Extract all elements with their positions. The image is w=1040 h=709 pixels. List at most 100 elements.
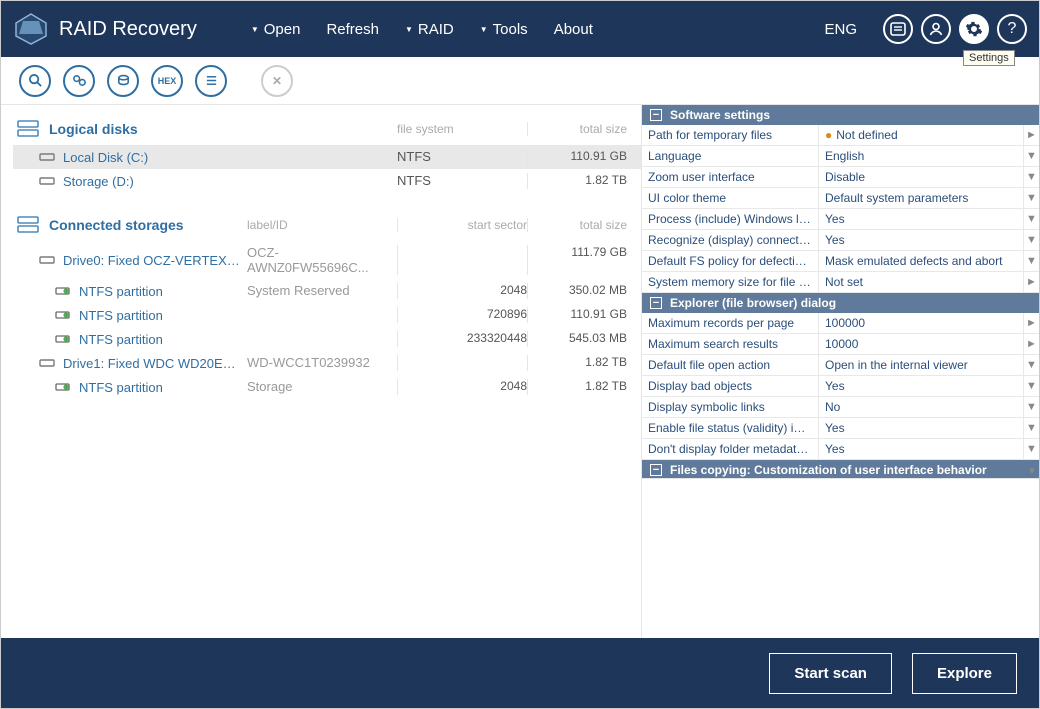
collapse-icon: − — [650, 464, 662, 476]
setting-row[interactable]: Enable file status (validity) indicati..… — [642, 418, 1039, 439]
setting-key: Display symbolic links — [642, 397, 818, 417]
footer-bar: Start scan Explore — [1, 638, 1039, 708]
partition-icon — [55, 379, 71, 395]
user-icon[interactable] — [921, 14, 951, 44]
setting-value[interactable]: Disable — [818, 167, 1023, 187]
setting-value[interactable]: Yes — [818, 439, 1023, 459]
toolbar: HEX ✕ — [1, 57, 1039, 105]
drive-icon — [39, 252, 55, 268]
setting-row[interactable]: Maximum records per page100000► — [642, 313, 1039, 334]
setting-key: Recognize (display) connected me... — [642, 230, 818, 250]
collapse-icon: − — [650, 297, 662, 309]
settings-scroll[interactable]: −Software settingsPath for temporary fil… — [642, 105, 1039, 478]
setting-row[interactable]: Don't display folder metadata sizeYes▼ — [642, 439, 1039, 460]
list-view-icon[interactable] — [195, 65, 227, 97]
expand-indicator-icon: ► — [1023, 334, 1039, 354]
setting-row[interactable]: Display symbolic linksNo▼ — [642, 397, 1039, 418]
setting-row[interactable]: LanguageEnglish▼ — [642, 146, 1039, 167]
disk-icon — [39, 173, 55, 189]
expand-indicator-icon: ▼ — [1023, 167, 1039, 187]
raid-builder-icon[interactable] — [107, 65, 139, 97]
app-header: RAID Recovery ▼Open Refresh ▼RAID ▼Tools… — [1, 1, 1039, 57]
settings-section-header[interactable]: −Files copying: Customization of user in… — [642, 460, 1039, 478]
partition-icon — [55, 307, 71, 323]
chevron-down-icon: ▼ — [405, 25, 413, 34]
setting-value[interactable]: 100000 — [818, 313, 1023, 333]
settings-section-header[interactable]: −Software settings — [642, 105, 1039, 125]
setting-value[interactable]: English — [818, 146, 1023, 166]
setting-value[interactable]: Yes — [818, 230, 1023, 250]
scroll-down-icon[interactable]: ▼ — [1025, 464, 1039, 478]
setting-value[interactable]: Open in the internal viewer — [818, 355, 1023, 375]
explore-button[interactable]: Explore — [912, 653, 1017, 694]
setting-key: Default FS policy for defective blo... — [642, 251, 818, 271]
expand-indicator-icon: ▼ — [1023, 188, 1039, 208]
expand-indicator-icon: ► — [1023, 272, 1039, 292]
setting-row[interactable]: UI color themeDefault system parameters▼ — [642, 188, 1039, 209]
setting-key: Maximum records per page — [642, 313, 818, 333]
setting-row[interactable]: Display bad objectsYes▼ — [642, 376, 1039, 397]
setting-row[interactable]: Zoom user interfaceDisable▼ — [642, 167, 1039, 188]
disk-stack-icon — [17, 119, 41, 139]
drive-row[interactable]: Drive0: Fixed OCZ-VERTEX3 (ATA)OCZ-AWNZ0… — [13, 241, 641, 279]
setting-value[interactable]: Not set — [818, 272, 1023, 292]
menu-about[interactable]: About — [544, 15, 603, 44]
setting-row[interactable]: Process (include) Windows logical ...Yes… — [642, 209, 1039, 230]
menu-raid[interactable]: ▼RAID — [395, 15, 464, 44]
menu-refresh[interactable]: Refresh — [316, 15, 389, 44]
logical-disks-header: Logical disks file system total size — [13, 113, 641, 145]
close-icon: ✕ — [261, 65, 293, 97]
expand-indicator-icon: ▼ — [1023, 146, 1039, 166]
start-scan-button[interactable]: Start scan — [769, 653, 892, 694]
setting-value[interactable]: Default system parameters — [818, 188, 1023, 208]
setting-value[interactable]: Yes — [818, 209, 1023, 229]
setting-key: Display bad objects — [642, 376, 818, 396]
partition-row[interactable]: NTFS partitionStorage20481.82 TB — [13, 375, 641, 399]
logical-disk-row[interactable]: Storage (D:)NTFS1.82 TB — [13, 169, 641, 193]
drive-icon — [39, 355, 55, 371]
setting-key: Default file open action — [642, 355, 818, 375]
expand-indicator-icon: ▼ — [1023, 230, 1039, 250]
setting-value[interactable]: Mask emulated defects and abort — [818, 251, 1023, 271]
drive-row[interactable]: Drive1: Fixed WDC WD20EZRX-00DC0...WD-WC… — [13, 351, 641, 375]
language-selector[interactable]: ENG — [824, 21, 857, 38]
setting-row[interactable]: Recognize (display) connected me...Yes▼ — [642, 230, 1039, 251]
log-viewer-icon[interactable] — [883, 14, 913, 44]
setting-value[interactable]: No — [818, 397, 1023, 417]
setting-row[interactable]: Maximum search results10000► — [642, 334, 1039, 355]
setting-value[interactable]: Yes — [818, 376, 1023, 396]
setting-key: Language — [642, 146, 818, 166]
setting-key: Zoom user interface — [642, 167, 818, 187]
setting-value[interactable]: Yes — [818, 418, 1023, 438]
setting-row[interactable]: Path for temporary files●Not defined► — [642, 125, 1039, 146]
setting-key: Enable file status (validity) indicati..… — [642, 418, 818, 438]
chevron-down-icon: ▼ — [251, 25, 259, 34]
settings-icon[interactable]: Settings — [959, 14, 989, 44]
setting-value[interactable]: 10000 — [818, 334, 1023, 354]
partition-row[interactable]: NTFS partition233320448545.03 MB — [13, 327, 641, 351]
main-menu: ▼Open Refresh ▼RAID ▼Tools About — [241, 15, 603, 44]
setting-value[interactable]: ●Not defined — [818, 125, 1023, 145]
hex-viewer-icon[interactable]: HEX — [151, 65, 183, 97]
settings-section-header[interactable]: −Explorer (file browser) dialog — [642, 293, 1039, 313]
help-icon[interactable]: ? — [997, 14, 1027, 44]
partition-row[interactable]: NTFS partition720896110.91 GB — [13, 303, 641, 327]
setting-key: Path for temporary files — [642, 125, 818, 145]
setting-row[interactable]: Default FS policy for defective blo...Ma… — [642, 251, 1039, 272]
expand-indicator-icon: ► — [1023, 125, 1039, 145]
collapse-icon: − — [650, 109, 662, 121]
logical-disk-row[interactable]: Local Disk (C:)NTFS110.91 GB — [13, 145, 641, 169]
settings-panel: −Software settingsPath for temporary fil… — [641, 105, 1039, 638]
setting-row[interactable]: System memory size for file cache...Not … — [642, 272, 1039, 293]
search-icon[interactable] — [19, 65, 51, 97]
expand-indicator-icon: ▼ — [1023, 418, 1039, 438]
expand-indicator-icon: ▼ — [1023, 376, 1039, 396]
partition-row[interactable]: NTFS partitionSystem Reserved2048350.02 … — [13, 279, 641, 303]
setting-row[interactable]: Default file open actionOpen in the inte… — [642, 355, 1039, 376]
partition-icon — [55, 283, 71, 299]
expand-indicator-icon: ▼ — [1023, 355, 1039, 375]
partition-manager-icon[interactable] — [63, 65, 95, 97]
menu-open[interactable]: ▼Open — [241, 15, 311, 44]
menu-tools[interactable]: ▼Tools — [470, 15, 538, 44]
expand-indicator-icon: ▼ — [1023, 439, 1039, 459]
